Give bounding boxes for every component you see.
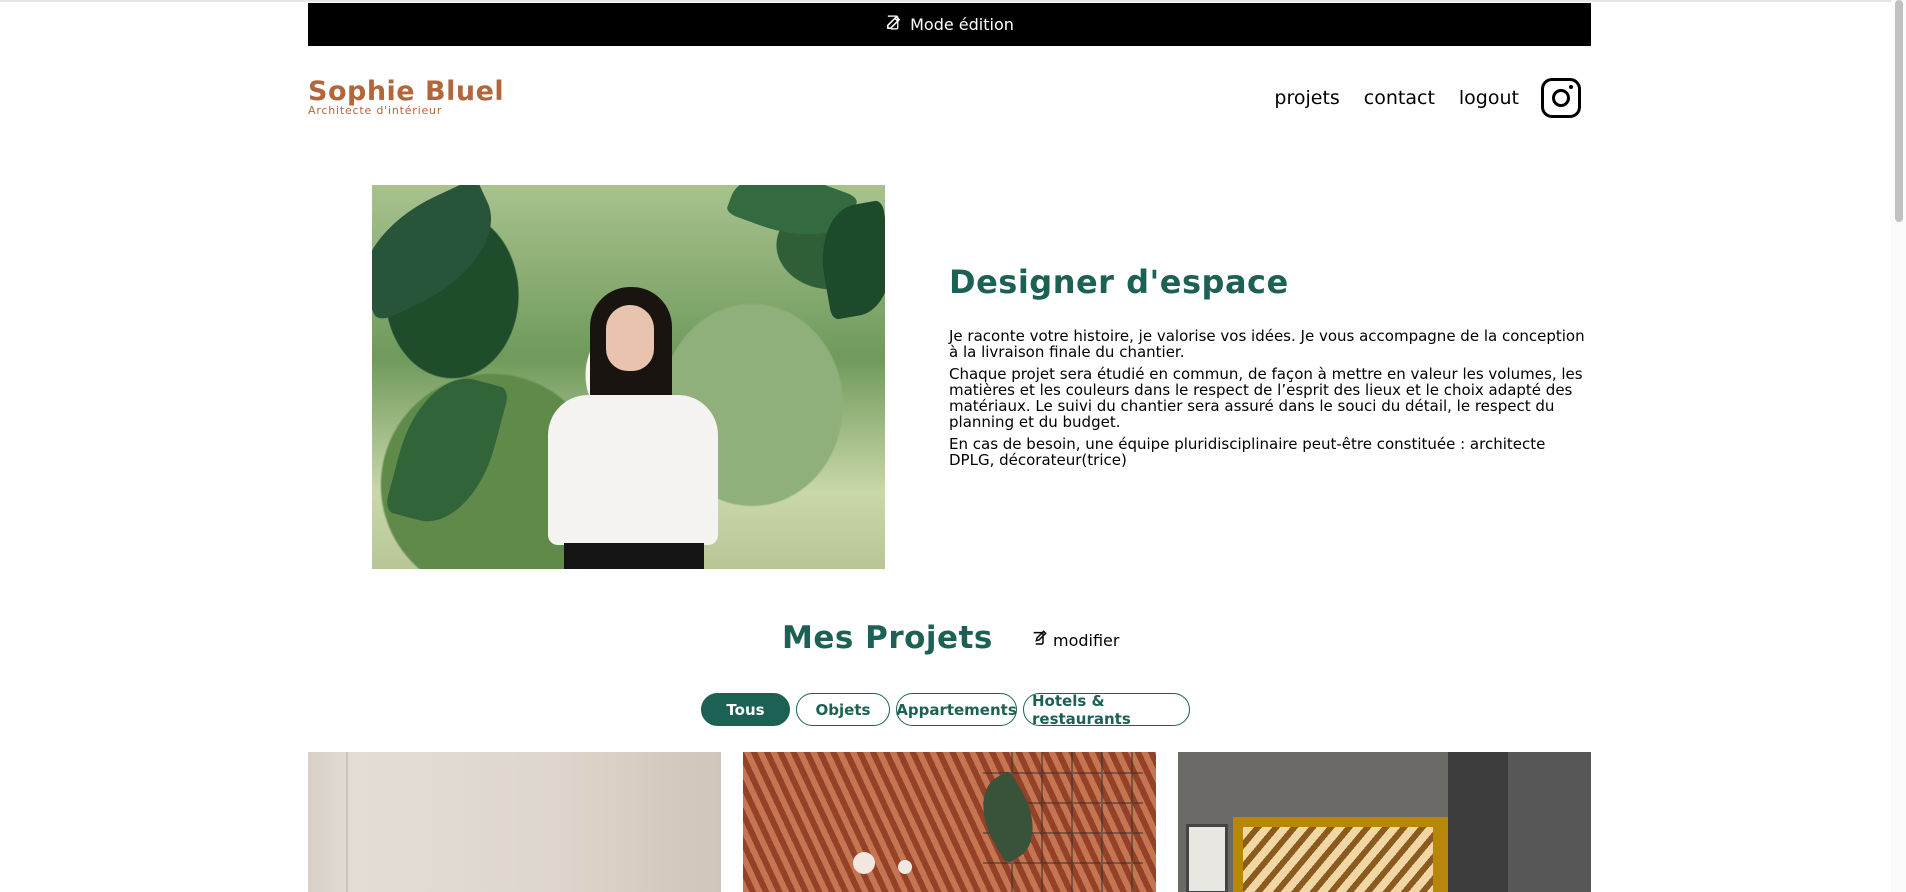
- architect-portrait: [372, 185, 885, 569]
- nav-link-logout[interactable]: logout: [1459, 87, 1519, 109]
- intro-section: Designer d'espace Je raconte votre histo…: [949, 263, 1591, 474]
- nav-link-contact[interactable]: contact: [1364, 87, 1435, 109]
- scrollbar[interactable]: [1891, 0, 1906, 892]
- logo[interactable]: Sophie Bluel Architecte d'intérieur: [308, 76, 505, 118]
- nav-link-projets[interactable]: projets: [1274, 87, 1339, 109]
- project-card[interactable]: [308, 752, 721, 892]
- projects-title: Mes Projets: [782, 620, 993, 656]
- logo-name: Sophie Bluel: [308, 76, 505, 107]
- filter-appartements[interactable]: Appartements: [896, 693, 1017, 726]
- intro-paragraph: Je raconte votre histoire, je valorise v…: [949, 327, 1585, 361]
- filter-bar: Tous Objets Appartements Hotels & restau…: [701, 692, 1190, 728]
- intro-title: Designer d'espace: [949, 263, 1289, 301]
- main-nav: projets contact logout: [1250, 78, 1581, 118]
- filter-hotels-restaurants[interactable]: Hotels & restaurants: [1023, 692, 1190, 728]
- project-card[interactable]: [1178, 752, 1591, 892]
- project-gallery: [308, 752, 1591, 892]
- intro-paragraph: Chaque projet sera étudié en commun, de …: [949, 365, 1583, 431]
- edit-icon: [1031, 630, 1047, 650]
- filter-tous[interactable]: Tous: [701, 693, 790, 726]
- edit-icon: [885, 14, 902, 35]
- scrollbar-thumb[interactable]: [1895, 0, 1903, 222]
- modify-label: modifier: [1053, 630, 1120, 650]
- edit-mode-banner[interactable]: Mode édition: [308, 3, 1591, 46]
- modify-button[interactable]: modifier: [1031, 630, 1119, 650]
- instagram-icon[interactable]: [1541, 78, 1581, 118]
- filter-objets[interactable]: Objets: [796, 693, 890, 726]
- edit-mode-label: Mode édition: [910, 15, 1014, 34]
- intro-paragraph: En cas de besoin, une équipe pluridiscip…: [949, 435, 1546, 469]
- site-header: Sophie Bluel Architecte d'intérieur proj…: [308, 46, 1591, 156]
- project-card[interactable]: [743, 752, 1156, 892]
- top-border: [0, 0, 1906, 2]
